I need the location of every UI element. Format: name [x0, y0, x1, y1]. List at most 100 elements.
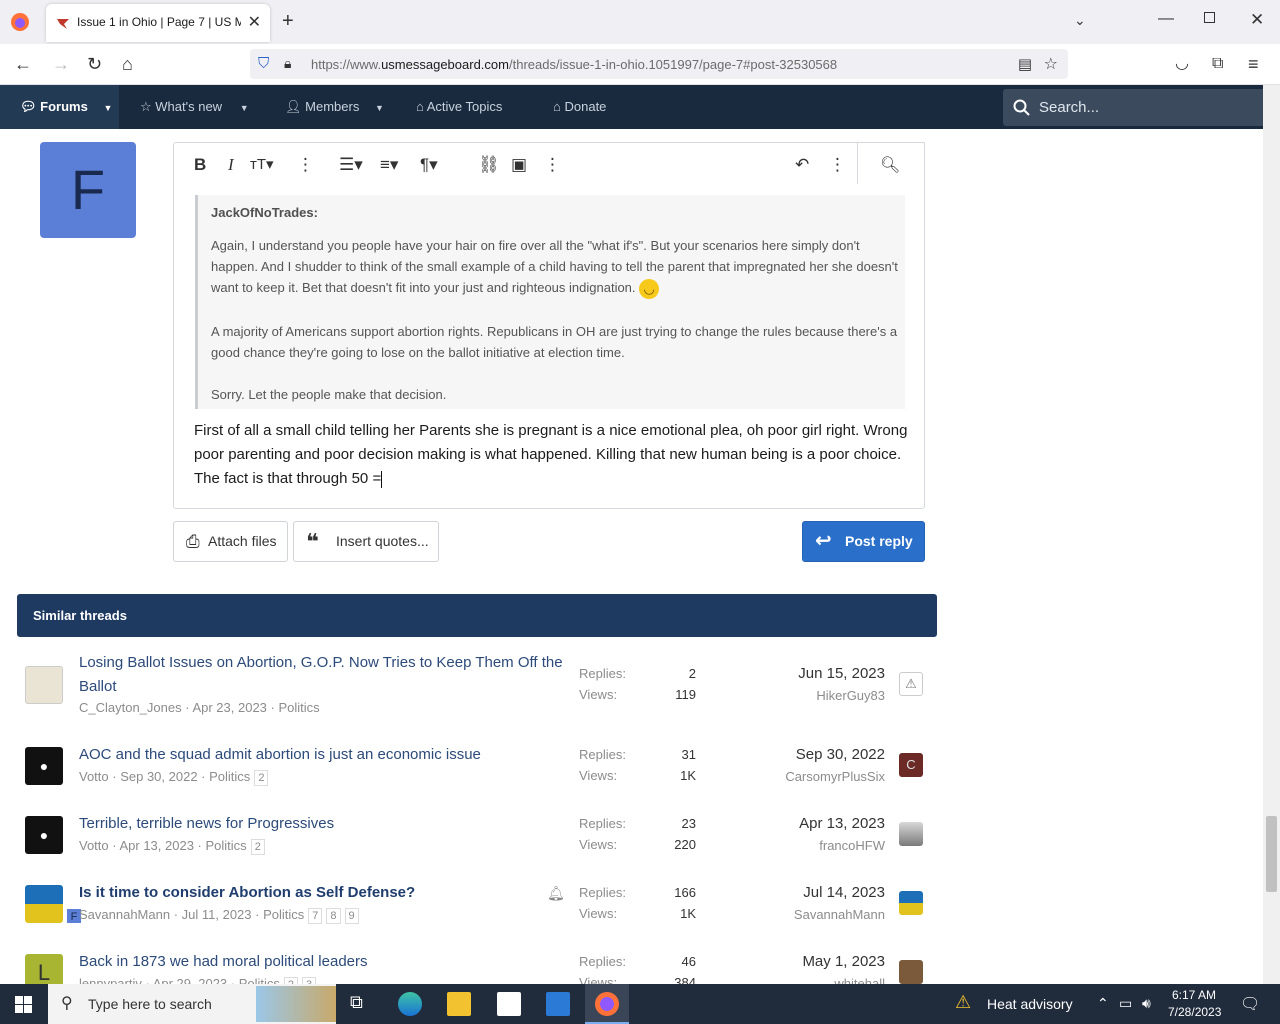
nav-active-topics[interactable]: ⌂ Active Topics	[416, 85, 502, 129]
extensions-icon[interactable]: ⧉	[1212, 54, 1223, 74]
task-view-icon[interactable]: ⧉	[350, 992, 374, 1016]
last-user-avatar[interactable]	[899, 891, 923, 915]
post-reply-button[interactable]: ↩ Post reply	[802, 521, 925, 562]
views-label: Views:	[579, 687, 618, 702]
nav-forums[interactable]: 💬︎ Forums ▼	[0, 85, 119, 129]
edge-icon[interactable]	[398, 992, 422, 1016]
paragraph-icon[interactable]: ¶▾	[420, 156, 438, 174]
more-options-icon[interactable]: ⋮	[297, 156, 314, 174]
volume-icon[interactable]: 🔊︎	[1142, 995, 1151, 1012]
thread-avatar[interactable]: ●	[25, 816, 63, 854]
undo-icon[interactable]: ↶	[795, 156, 809, 174]
thread-title[interactable]: Losing Ballot Issues on Abortion, G.O.P.…	[79, 651, 567, 699]
views-count: 119	[675, 687, 696, 702]
nav-whats-new[interactable]: ☆ What's new ▼	[140, 85, 249, 129]
thread-title[interactable]: Back in 1873 we had moral political lead…	[79, 950, 567, 974]
windows-start-icon[interactable]	[15, 996, 32, 1013]
network-icon[interactable]: ▭	[1119, 995, 1132, 1012]
chevron-down-icon: ▼	[103, 103, 113, 113]
pocket-icon[interactable]: ◡	[1175, 54, 1189, 74]
thread-avatar[interactable]: ●	[25, 747, 63, 785]
image-icon[interactable]: ▣	[511, 156, 527, 174]
last-post-user[interactable]: HikerGuy83	[717, 688, 885, 703]
last-user-avatar[interactable]: C	[899, 753, 923, 777]
forward-icon[interactable]: →	[52, 54, 70, 74]
list-icon[interactable]: ☰▾	[339, 156, 363, 174]
last-post-date[interactable]: Sep 30, 2022	[717, 746, 885, 763]
chat-icon: 💬︎	[20, 99, 37, 114]
tray-chevron-icon[interactable]: ⌃	[1097, 995, 1109, 1012]
nav-donate[interactable]: ⌂ Donate	[553, 85, 606, 129]
close-window-icon[interactable]: ✕	[1250, 10, 1264, 30]
attach-files-button[interactable]: ⎙ Attach files	[173, 521, 288, 562]
tab-title: Issue 1 in Ohio | Page 7 | US Me	[77, 15, 241, 29]
restore-icon[interactable]	[1204, 12, 1215, 23]
text-caret	[381, 470, 383, 488]
thread-avatar[interactable]	[25, 666, 63, 704]
insert-quotes-button[interactable]: ❝ Insert quotes...	[293, 521, 439, 562]
last-user-avatar[interactable]	[899, 960, 923, 984]
firefox-taskbar-button[interactable]	[585, 984, 629, 1024]
nav-members[interactable]: 👤︎ Members ▼	[285, 85, 384, 129]
more-insert-icon[interactable]: ⋮	[544, 156, 561, 174]
lock-icon[interactable]: 🔒︎	[284, 55, 291, 72]
align-icon[interactable]: ≡▾	[380, 156, 398, 174]
last-post-date[interactable]: Apr 13, 2023	[717, 815, 885, 832]
weather-text[interactable]: Heat advisory	[987, 996, 1073, 1012]
tab-list-chevron-icon[interactable]: ⌄	[1074, 12, 1086, 29]
notification-icon[interactable]: 🗨︎	[1240, 994, 1260, 1014]
search-highlight-image	[256, 986, 336, 1022]
reply-text[interactable]: First of all a small child telling her P…	[194, 419, 912, 491]
thread-title[interactable]: AOC and the squad admit abortion is just…	[79, 743, 567, 767]
back-icon[interactable]: ←	[14, 54, 32, 74]
last-post-date[interactable]: Jul 14, 2023	[717, 884, 885, 901]
mail-icon[interactable]	[546, 992, 570, 1016]
last-post-date[interactable]: Jun 15, 2023	[717, 665, 885, 682]
last-post-user[interactable]: SavannahMann	[717, 907, 885, 922]
thread-title[interactable]: Terrible, terrible news for Progressives	[79, 812, 567, 836]
thread-avatar[interactable]	[25, 885, 63, 923]
browser-title-bar: Issue 1 in Ohio | Page 7 | US Me ✕ + ⌄ —…	[0, 0, 1280, 44]
new-tab-icon[interactable]: +	[282, 10, 294, 33]
firefox-icon[interactable]	[10, 12, 30, 32]
bold-icon[interactable]: B	[194, 156, 206, 174]
shield-icon[interactable]: ⛉	[258, 55, 269, 72]
browser-tab[interactable]: Issue 1 in Ohio | Page 7 | US Me ✕	[46, 4, 270, 42]
url-bar[interactable]: ⛉ 🔒︎ https://www.usmessageboard.com/thre…	[250, 49, 1068, 79]
clock-date[interactable]: 7/28/2023	[1168, 1005, 1221, 1019]
tag-icon: ⌂	[553, 99, 561, 114]
last-user-avatar[interactable]	[899, 822, 923, 846]
scrollbar-thumb[interactable]	[1266, 816, 1277, 892]
home-icon[interactable]: ⌂	[122, 54, 133, 74]
preview-button[interactable]: 🔍︎	[857, 142, 925, 184]
last-post-user[interactable]: CarsomyrPlusSix	[717, 769, 885, 784]
site-favicon	[57, 19, 69, 29]
url-text[interactable]: https://www.usmessageboard.com/threads/i…	[311, 57, 837, 72]
clock-time[interactable]: 6:17 AM	[1172, 988, 1216, 1002]
last-post-date[interactable]: May 1, 2023	[717, 953, 885, 970]
link-icon[interactable]: ⛓︎	[478, 156, 500, 174]
quote-paragraph: Sorry. Let the people make that decision…	[211, 387, 447, 402]
site-search-input[interactable]: Search...	[1003, 89, 1266, 126]
thread-title[interactable]: Is it time to consider Abortion as Self …	[79, 881, 567, 905]
quote-author: JackOfNoTrades:	[211, 205, 318, 220]
bookmark-star-icon[interactable]: ☆	[1044, 54, 1058, 74]
last-user-avatar[interactable]: ⚠	[899, 672, 923, 696]
reader-view-icon[interactable]: ▤	[1018, 55, 1032, 73]
more-icon[interactable]: ⋮	[829, 156, 846, 174]
close-tab-icon[interactable]: ✕	[248, 12, 261, 32]
minimize-icon[interactable]: —	[1158, 10, 1174, 28]
store-icon[interactable]	[497, 992, 521, 1016]
taskbar-search-input[interactable]: ⚲ Type here to search	[48, 984, 336, 1024]
weather-warning-icon[interactable]: ⚠	[955, 992, 971, 1013]
italic-icon[interactable]: I	[228, 156, 234, 174]
menu-icon[interactable]: ≡	[1248, 54, 1259, 74]
text-size-icon[interactable]: тT▾	[250, 156, 274, 174]
avatar[interactable]: F	[40, 142, 136, 238]
reply-editor[interactable]: B I тT▾ ⋮ ☰▾ ≡▾ ¶▾ ⛓︎ ▣ ⋮ ↶ ⋮ 🔍︎ JackOfN…	[173, 142, 925, 509]
reload-icon[interactable]: ↻	[87, 54, 102, 74]
file-explorer-icon[interactable]	[447, 992, 471, 1016]
last-post-user[interactable]: francoHFW	[717, 838, 885, 853]
bell-icon[interactable]: 🔔︎	[547, 885, 565, 902]
smile-icon: ◡	[639, 278, 660, 299]
